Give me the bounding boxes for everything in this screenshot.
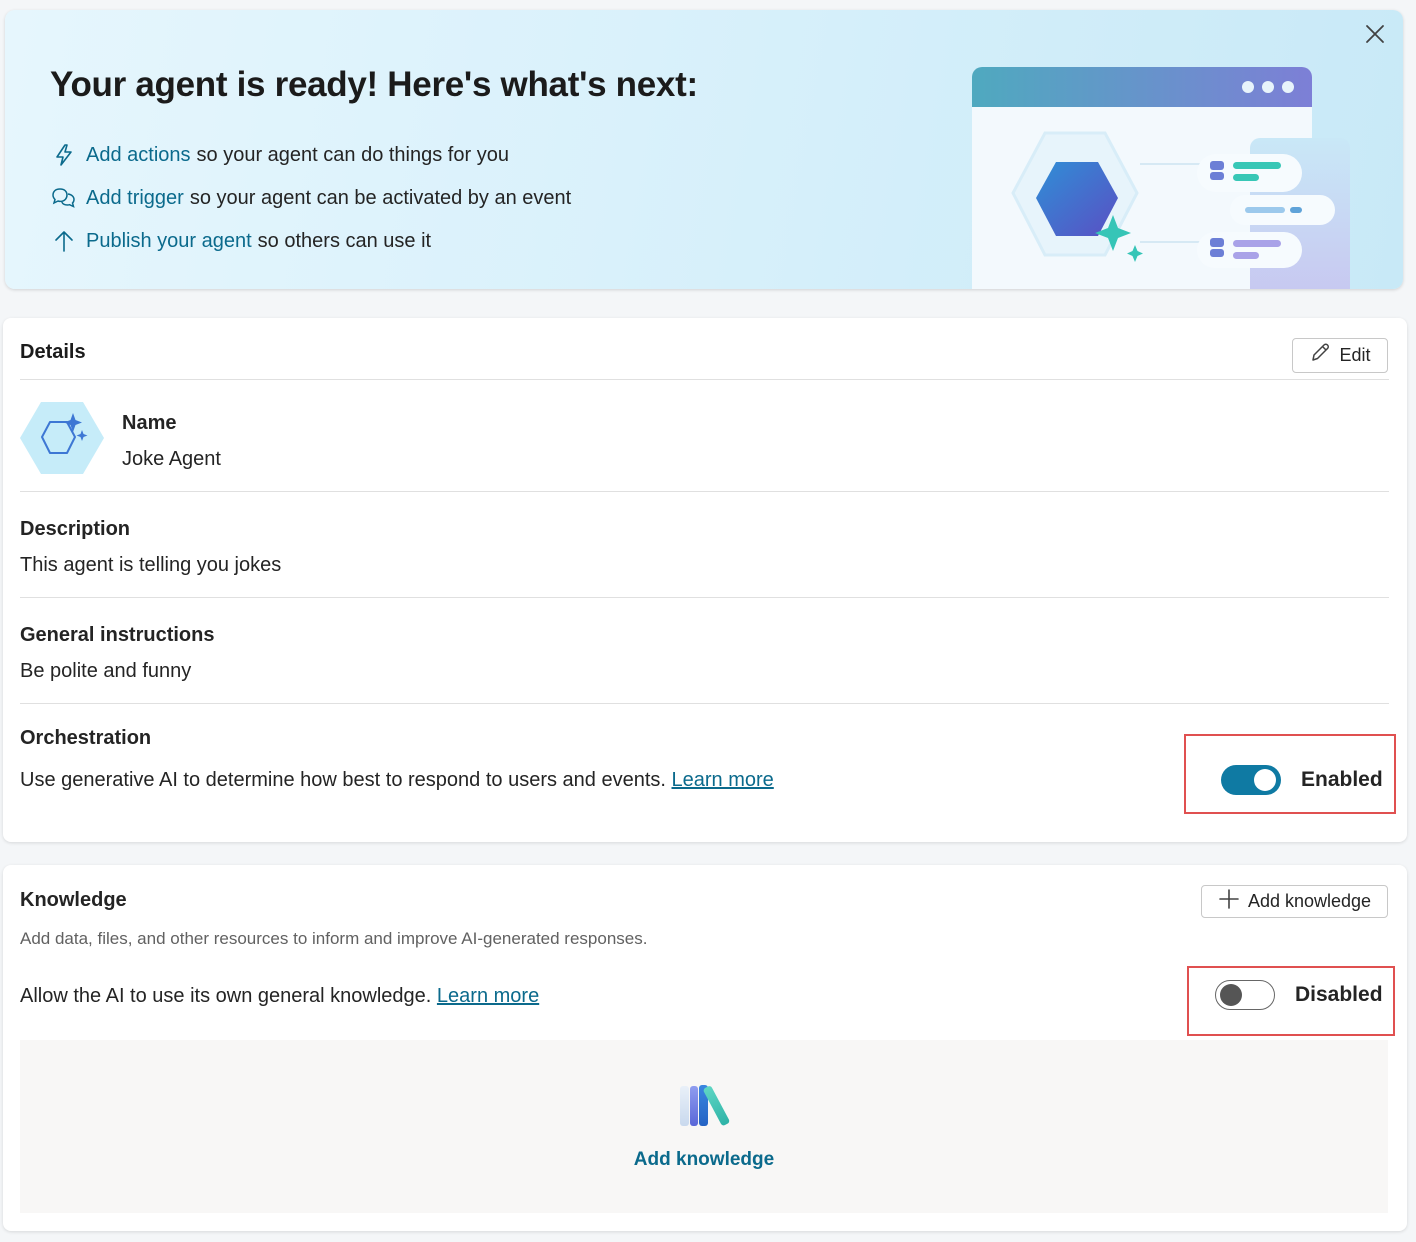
details-title: Details [20,341,86,363]
general-knowledge-toggle-group: Disabled [1215,980,1383,1010]
orchestration-state: Enabled [1301,768,1383,791]
next-item-add-trigger: Add trigger so your agent can be activat… [50,183,571,213]
toggle-knob [1254,769,1276,791]
toggle-knob [1220,983,1242,1006]
instructions-value: Be polite and funny [20,660,192,682]
add-actions-link[interactable]: Add actions [86,144,191,167]
description-label: Description [20,518,131,540]
chat-bubbles-icon [50,184,78,212]
agent-avatar [20,400,104,476]
plus-icon [1218,888,1240,915]
general-knowledge-learn-more-link[interactable]: Learn more [437,985,539,1007]
divider [20,379,1389,380]
general-knowledge-toggle[interactable] [1215,980,1275,1010]
close-icon [1365,24,1385,49]
add-knowledge-button[interactable]: Add knowledge [1201,885,1388,918]
general-knowledge-state: Disabled [1295,983,1383,1006]
add-trigger-link[interactable]: Add trigger [86,187,184,210]
general-knowledge-description: Allow the AI to use its own general know… [20,985,539,1008]
arrow-up-icon [50,227,78,255]
edit-button-label: Edit [1339,345,1371,365]
pencil-icon [1309,342,1331,369]
publish-agent-link[interactable]: Publish your agent [86,230,252,253]
add-knowledge-link[interactable]: Add knowledge [634,1149,774,1171]
agent-ready-illustration [965,65,1355,289]
next-item-add-actions: Add actions so your agent can do things … [50,140,509,170]
knowledge-title: Knowledge [20,889,127,911]
divider [20,703,1389,704]
details-card: Details Edit Name Joke Agent Description… [3,318,1407,842]
orchestration-label: Orchestration [20,727,152,749]
add-actions-text: so your agent can do things for you [196,143,509,166]
orchestration-toggle-group: Enabled [1221,765,1383,795]
general-knowledge-text: Allow the AI to use its own general know… [20,985,432,1007]
instructions-label: General instructions [20,624,215,646]
name-value: Joke Agent [122,448,221,470]
knowledge-card: Knowledge Add knowledge Add data, files,… [3,865,1407,1231]
orchestration-description: Use generative AI to determine how best … [20,769,774,792]
description-value: This agent is telling you jokes [20,554,282,576]
next-item-publish: Publish your agent so others can use it [50,226,431,256]
next-steps-banner: Your agent is ready! Here's what's next:… [5,10,1403,289]
publish-agent-text: so others can use it [257,229,432,252]
add-trigger-text: so your agent can be activated by an eve… [189,186,572,209]
orchestration-text: Use generative AI to determine how best … [20,769,666,791]
knowledge-empty-state: Add knowledge [20,1040,1388,1213]
divider [20,597,1389,598]
add-knowledge-button-label: Add knowledge [1247,891,1372,911]
lightning-icon [50,141,78,169]
banner-title: Your agent is ready! Here's what's next: [50,65,698,104]
books-icon [672,1082,736,1135]
divider [20,491,1389,492]
close-banner-button[interactable] [1361,22,1389,50]
orchestration-toggle[interactable] [1221,765,1281,795]
knowledge-subtitle: Add data, files, and other resources to … [20,929,648,948]
edit-button[interactable]: Edit [1292,338,1388,373]
orchestration-learn-more-link[interactable]: Learn more [672,769,774,791]
name-label: Name [122,412,177,434]
